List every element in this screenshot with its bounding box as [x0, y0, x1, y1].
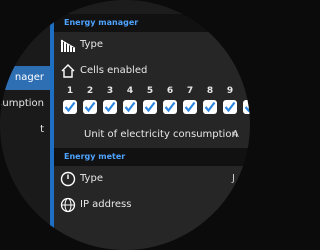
energy-manager-type-row[interactable]: Type	[54, 32, 250, 59]
ip-address-label: IP address	[80, 199, 132, 210]
cell-checkbox[interactable]	[223, 100, 237, 114]
cell-checkbox[interactable]	[243, 100, 250, 114]
section-header-energy-manager: Energy manager	[54, 14, 250, 32]
cell-checkbox[interactable]	[203, 100, 217, 114]
checkmark-icon	[104, 101, 116, 113]
gauge-icon	[60, 171, 76, 187]
cell-number: 7	[186, 86, 194, 96]
cells-enabled-label: Cells enabled	[80, 65, 148, 76]
checkmark-icon	[124, 101, 136, 113]
cell-4[interactable]: 4	[122, 84, 138, 118]
cell-checkbox[interactable]	[63, 100, 77, 114]
unit-of-consumption-label: Unit of electricity consumption	[84, 129, 238, 140]
unit-of-consumption-value: A	[232, 129, 239, 140]
cell-3[interactable]: 3	[102, 84, 118, 118]
checkmark-icon	[144, 101, 156, 113]
cell-number: 8	[206, 86, 214, 96]
cell-9[interactable]: 9	[222, 84, 238, 118]
cell-number: 9	[226, 86, 234, 96]
cell-7[interactable]: 7	[182, 84, 198, 118]
sidebar-item-label: nager	[14, 72, 44, 83]
cell-number: 1	[66, 86, 74, 96]
sidebar-item-label: t	[40, 124, 44, 135]
sidebar-item-energy-manager[interactable]: nager	[0, 66, 50, 90]
cell-number: 4	[126, 86, 134, 96]
screen: nager nsumption t Energy manager Type	[0, 0, 250, 250]
cell-checkbox[interactable]	[143, 100, 157, 114]
ip-address-row[interactable]: IP address	[54, 192, 250, 219]
checkmark-icon	[224, 101, 236, 113]
checkmark-icon	[84, 101, 96, 113]
energy-meter-type-label: Type	[80, 173, 103, 184]
checkmark-icon	[184, 101, 196, 113]
cell-checkbox[interactable]	[83, 100, 97, 114]
unit-of-consumption-row[interactable]: Unit of electricity consumption A	[54, 122, 250, 149]
energy-meter-type-row[interactable]: Type J	[54, 166, 250, 193]
house-icon	[60, 63, 76, 79]
cell-2[interactable]: 2	[82, 84, 98, 118]
cell-checkbox[interactable]	[183, 100, 197, 114]
checkmark-icon	[204, 101, 216, 113]
sidebar: nager nsumption t	[0, 0, 50, 250]
globe-icon	[60, 197, 76, 213]
cell-checkbox[interactable]	[163, 100, 177, 114]
cells-checkbox-row: 1 2 3 4 5 6 7 8 9	[54, 84, 250, 123]
energy-meter-type-value: J	[232, 173, 235, 184]
bar-chart-icon	[60, 37, 76, 53]
sidebar-item-other[interactable]: t	[0, 118, 50, 142]
cell-number: 5	[146, 86, 154, 96]
cell-number: 2	[86, 86, 94, 96]
cells-enabled-row: Cells enabled	[54, 58, 250, 85]
checkmark-icon	[64, 101, 76, 113]
cell-number: 6	[166, 86, 174, 96]
cell-1[interactable]: 1	[62, 84, 78, 118]
sidebar-item-label: nsumption	[0, 98, 44, 109]
cell-6[interactable]: 6	[162, 84, 178, 118]
cell-checkbox[interactable]	[103, 100, 117, 114]
cell-10[interactable]	[242, 84, 250, 118]
cell-8[interactable]: 8	[202, 84, 218, 118]
checkmark-icon	[244, 106, 250, 113]
next-row	[54, 218, 250, 250]
cell-checkbox[interactable]	[123, 100, 137, 114]
cell-5[interactable]: 5	[142, 84, 158, 118]
checkmark-icon	[164, 101, 176, 113]
cell-number: 3	[106, 86, 114, 96]
sidebar-item-consumption[interactable]: nsumption	[0, 92, 50, 116]
energy-manager-type-label: Type	[80, 39, 103, 50]
section-header-energy-meter: Energy meter	[54, 148, 250, 166]
